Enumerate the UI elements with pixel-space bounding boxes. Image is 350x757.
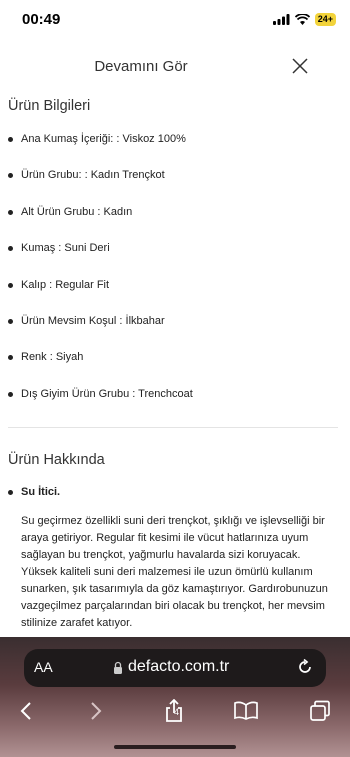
chevron-left-icon — [20, 702, 31, 720]
tabs-button[interactable] — [302, 695, 338, 727]
section-divider — [8, 427, 338, 428]
share-button[interactable]: 4 — [156, 695, 192, 727]
list-item: Alt Ürün Grubu : Kadın — [8, 206, 132, 218]
close-icon[interactable] — [290, 56, 310, 76]
lock-icon — [114, 661, 122, 674]
list-item: Ürün Grubu: : Kadın Trençkot — [8, 169, 165, 181]
chevron-right-icon — [91, 702, 102, 720]
list-item: Ürün Mevsim Koşul : İlkbahar — [8, 315, 165, 327]
bookmarks-button[interactable] — [228, 695, 264, 727]
status-time: 00:49 — [22, 11, 61, 28]
home-indicator — [114, 745, 236, 749]
status-bar: 00:49 24+ — [0, 0, 350, 44]
book-icon — [234, 701, 258, 720]
list-item: Ana Kumaş İçeriği: : Viskoz 100% — [8, 133, 186, 145]
battery-indicator: 24+ — [314, 13, 336, 26]
wifi-icon — [294, 14, 310, 25]
address-bar[interactable]: AA defacto.com.tr — [24, 649, 326, 687]
navigation-row: 4 — [0, 695, 350, 731]
sheet-header: Devamını Gör — [0, 50, 350, 84]
list-item: Kalıp : Regular Fit — [8, 279, 109, 291]
list-item: Dış Giyim Ürün Grubu : Trenchcoat — [8, 388, 193, 400]
sheet-title: Devamını Gör — [94, 58, 188, 75]
status-icons: 24+ — [272, 13, 336, 26]
back-button[interactable] — [8, 695, 44, 727]
signal-icon — [272, 14, 290, 25]
forward-button[interactable] — [78, 695, 114, 727]
tabs-icon — [310, 700, 330, 721]
product-description: Su geçirmez özellikli suni deri trençkot… — [21, 515, 328, 629]
reload-icon[interactable] — [296, 658, 314, 676]
feature-item: Su İtici. — [8, 486, 60, 498]
list-item: Renk : Siyah — [8, 351, 83, 363]
url-text[interactable]: defacto.com.tr — [128, 658, 229, 676]
about-title: Ürün Hakkında — [8, 452, 105, 468]
reader-settings-button[interactable]: AA — [34, 659, 53, 675]
list-item: Kumaş : Suni Deri — [8, 242, 110, 254]
tab-count: 4 — [174, 707, 180, 717]
product-info-title: Ürün Bilgileri — [8, 98, 91, 114]
browser-toolbar: AA defacto.com.tr 4 — [0, 637, 350, 757]
